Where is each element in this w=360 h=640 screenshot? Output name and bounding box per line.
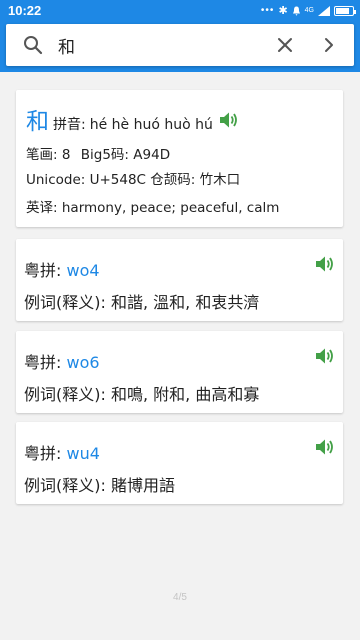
cangjie-label: 仓颉码: xyxy=(150,172,196,188)
examples-label: 例词(释义): xyxy=(24,293,106,312)
strokes-label: 笔画: xyxy=(26,147,58,163)
alarm-icon xyxy=(292,6,300,16)
unicode-value: U+548C xyxy=(89,172,146,188)
examples-value: 賭博用語 xyxy=(110,476,175,495)
speaker-icon[interactable] xyxy=(315,347,335,365)
jyutping-value: wu4 xyxy=(66,444,100,463)
battery-icon xyxy=(334,5,356,16)
english-value: harmony, peace; peaceful, calm xyxy=(61,200,280,216)
english-line: 英译: harmony, peace; peaceful, calm xyxy=(26,196,279,216)
examples-line: 例词(释义): 賭博用語 xyxy=(24,472,175,496)
jyutping-line: 粤拼: wo6 xyxy=(24,349,100,373)
jyutping-line: 粤拼: wu4 xyxy=(24,440,100,464)
pronunciation-card: 粤拼: wo6 例词(释义): 和鳴, 附和, 曲高和寡 xyxy=(16,331,343,413)
big5-label: Big5码: xyxy=(80,147,129,163)
network-type: 4G xyxy=(304,7,314,14)
jyutping-value: wo4 xyxy=(66,261,100,280)
status-time: 10:22 xyxy=(8,3,42,18)
pronunciation-card: 粤拼: wo4 例词(释义): 和諧, 溫和, 和衷共濟 xyxy=(16,239,343,321)
big5-value: A94D xyxy=(133,147,171,163)
page-indicator: 4/5 xyxy=(173,592,187,603)
bluetooth-icon: ✱ xyxy=(278,5,288,17)
stroke-big5-line: 笔画: 8 Big5码: A94D xyxy=(26,143,170,163)
examples-line: 例词(释义): 和鳴, 附和, 曲高和寡 xyxy=(24,381,259,405)
status-bar: 10:22 ••• ✱ 4G xyxy=(0,0,360,22)
status-icons: ••• ✱ 4G xyxy=(260,4,356,17)
speaker-icon[interactable] xyxy=(315,255,335,273)
jyutping-label: 粤拼: xyxy=(24,444,62,463)
signal-icon xyxy=(318,5,330,16)
character: 和 xyxy=(26,109,49,135)
pinyin-value: hé hè huó huò hú xyxy=(89,117,213,133)
more-dots-icon: ••• xyxy=(260,5,275,16)
jyutping-value: wo6 xyxy=(66,353,100,372)
examples-label: 例词(释义): xyxy=(24,476,106,495)
pinyin-label: 拼音: xyxy=(53,117,86,133)
jyutping-line: 粤拼: wo4 xyxy=(24,257,100,281)
speaker-icon[interactable] xyxy=(315,438,335,456)
examples-value: 和鳴, 附和, 曲高和寡 xyxy=(110,385,260,404)
examples-line: 例词(释义): 和諧, 溫和, 和衷共濟 xyxy=(24,289,259,313)
english-label: 英译: xyxy=(26,200,58,216)
character-info-card: 和 拼音: hé hè huó huò hú 笔画: 8 Big5码: A94D… xyxy=(16,90,343,227)
examples-label: 例词(释义): xyxy=(24,385,106,404)
unicode-label: Unicode: xyxy=(26,172,86,188)
unicode-cangjie-line: Unicode: U+548C 仓颉码: 竹木口 xyxy=(26,168,240,188)
clear-icon[interactable] xyxy=(274,34,296,56)
jyutping-label: 粤拼: xyxy=(24,261,62,280)
pronunciation-card: 粤拼: wu4 例词(释义): 賭博用語 xyxy=(16,422,343,504)
search-icon[interactable] xyxy=(22,34,44,56)
speaker-icon[interactable] xyxy=(219,111,239,129)
search-input[interactable] xyxy=(58,32,258,58)
examples-value: 和諧, 溫和, 和衷共濟 xyxy=(110,293,260,312)
character-headline: 和 拼音: hé hè huó huò hú xyxy=(26,102,239,136)
chevron-right-icon[interactable] xyxy=(318,34,340,56)
strokes-value: 8 xyxy=(61,147,71,163)
top-bar xyxy=(0,22,360,72)
jyutping-label: 粤拼: xyxy=(24,353,62,372)
cangjie-value: 竹木口 xyxy=(199,172,241,188)
search-bar xyxy=(6,24,354,66)
